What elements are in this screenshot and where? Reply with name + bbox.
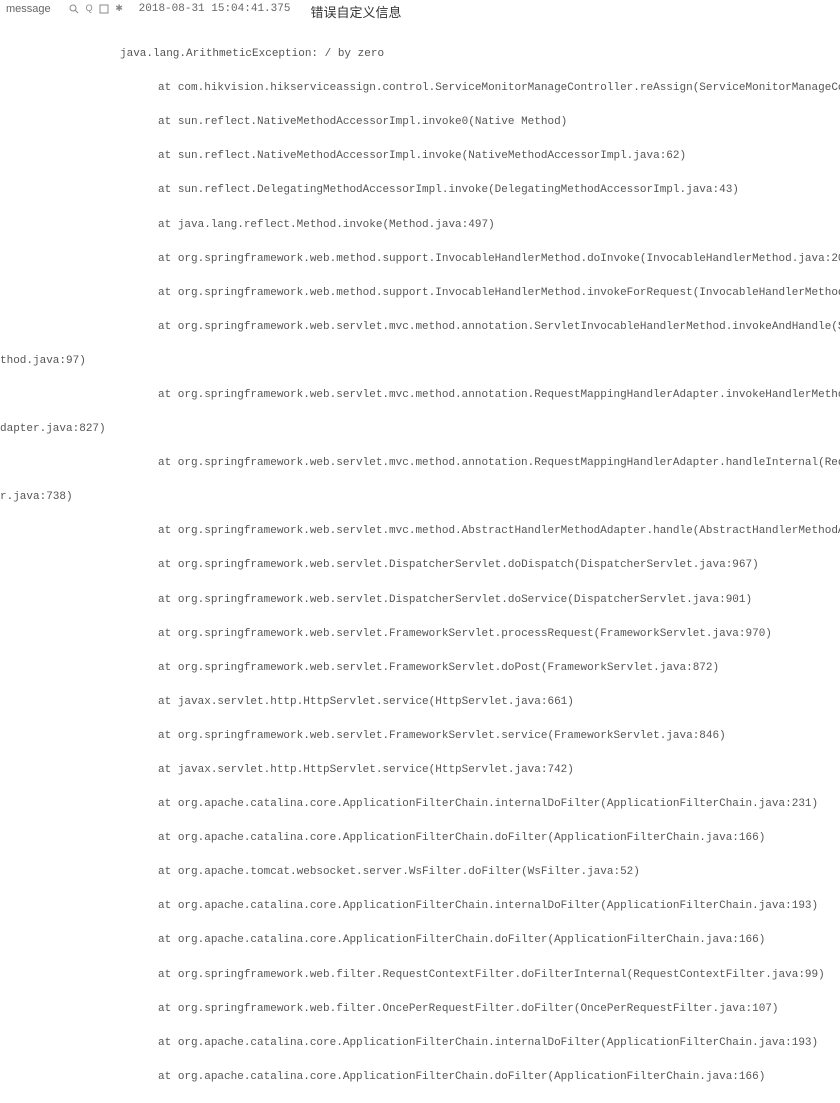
stack-frame: at org.springframework.web.servlet.Dispa… bbox=[120, 557, 840, 574]
stack-frame-wrapped: at org.springframework.web.servlet.mvc.m… bbox=[120, 455, 840, 472]
stack-frame: at org.apache.catalina.core.ApplicationF… bbox=[120, 796, 840, 813]
stack-frame: at javax.servlet.http.HttpServlet.servic… bbox=[120, 694, 840, 711]
stack-frame: at org.springframework.web.servlet.Frame… bbox=[120, 728, 840, 745]
stack-trace: java.lang.ArithmeticException: / by zero… bbox=[0, 23, 840, 1103]
stack-frame: at org.springframework.web.method.suppor… bbox=[120, 285, 840, 302]
field-label: message bbox=[6, 2, 51, 15]
stack-frame: at com.hikvision.hikserviceassign.contro… bbox=[120, 80, 840, 97]
stack-frame: at sun.reflect.DelegatingMethodAccessorI… bbox=[120, 182, 840, 199]
stack-frame-wrapped: at org.springframework.web.servlet.mvc.m… bbox=[120, 387, 840, 404]
stack-frame-wrap: thod.java:97) bbox=[0, 353, 840, 370]
stack-frame: at org.springframework.web.filter.Reques… bbox=[120, 967, 840, 984]
stack-frame: at sun.reflect.NativeMethodAccessorImpl.… bbox=[120, 114, 840, 131]
stack-frame: at java.lang.reflect.Method.invoke(Metho… bbox=[120, 217, 840, 234]
exception-line: java.lang.ArithmeticException: / by zero bbox=[120, 46, 840, 63]
toggle-column-icon[interactable] bbox=[99, 3, 110, 14]
stack-frame: at org.springframework.web.servlet.Frame… bbox=[120, 660, 840, 677]
stack-frame: at javax.servlet.http.HttpServlet.servic… bbox=[120, 762, 840, 779]
stack-frame: at org.apache.catalina.core.ApplicationF… bbox=[120, 1069, 840, 1086]
stack-frame: at org.apache.tomcat.websocket.server.Ws… bbox=[120, 864, 840, 881]
stack-frame: at org.springframework.web.servlet.Dispa… bbox=[120, 592, 840, 609]
stack-frame: at org.apache.catalina.core.ApplicationF… bbox=[120, 830, 840, 847]
message-heading: 错误自定义信息 bbox=[310, 2, 401, 21]
stack-frame-wrap: r.java:738) bbox=[0, 489, 840, 506]
stack-frame: at org.apache.catalina.core.ApplicationF… bbox=[120, 1035, 840, 1052]
stack-frame-wrap: dapter.java:827) bbox=[0, 421, 840, 438]
stack-frame-wrapped: at org.springframework.web.servlet.mvc.m… bbox=[120, 319, 840, 336]
stack-frame: at org.apache.catalina.core.ApplicationF… bbox=[120, 898, 840, 915]
filter-in-icon[interactable]: Q bbox=[84, 3, 95, 14]
field-actions: Q ✱ bbox=[69, 2, 125, 14]
stack-frame: at org.springframework.web.method.suppor… bbox=[120, 251, 840, 268]
stack-frame: at org.springframework.web.filter.OncePe… bbox=[120, 1001, 840, 1018]
timestamp: 2018-08-31 15:04:41.375 bbox=[139, 2, 291, 15]
zoom-icon[interactable] bbox=[69, 3, 80, 14]
stack-frame: at sun.reflect.NativeMethodAccessorImpl.… bbox=[120, 148, 840, 165]
stack-frame: at org.springframework.web.servlet.Frame… bbox=[120, 626, 840, 643]
stack-frame: at org.springframework.web.servlet.mvc.m… bbox=[120, 523, 840, 540]
filter-out-icon[interactable]: ✱ bbox=[114, 3, 125, 14]
log-entry-header: message Q ✱ 2018-08-31 15:04:41.375 错误自定… bbox=[0, 0, 840, 23]
stack-frame: at org.apache.catalina.core.ApplicationF… bbox=[120, 932, 840, 949]
